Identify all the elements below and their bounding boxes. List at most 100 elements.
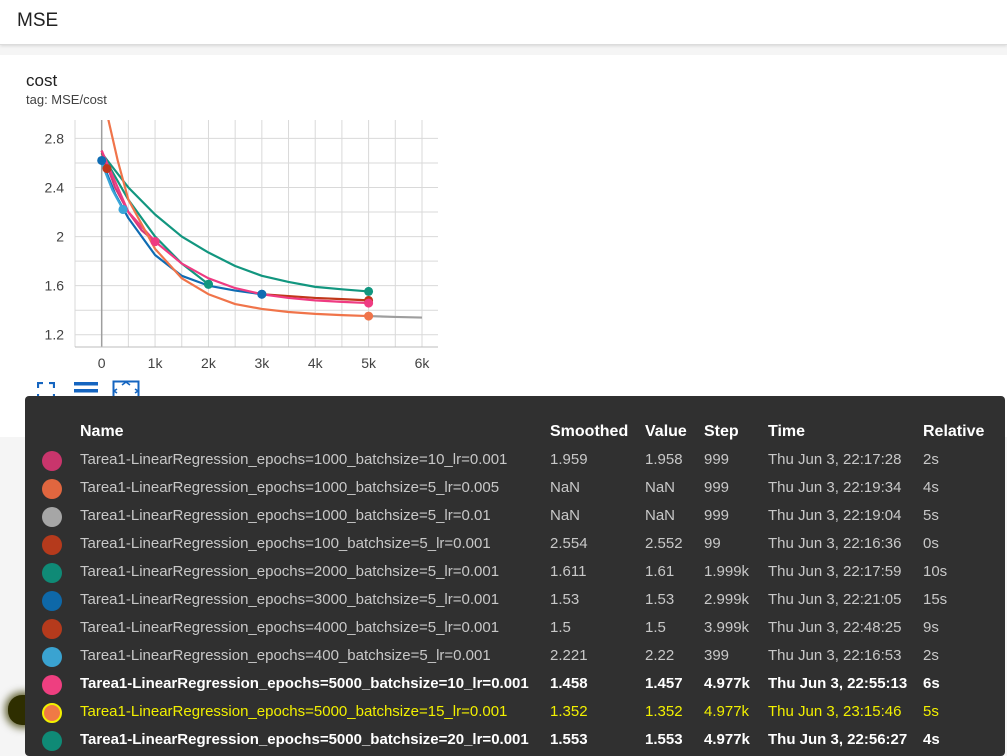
run-name: Tarea1-LinearRegression_epochs=5000_batc… — [80, 703, 508, 720]
run-name: Tarea1-LinearRegression_epochs=1000_batc… — [80, 479, 500, 496]
step-value: 3.999k — [704, 619, 750, 636]
run-color-dot — [42, 619, 62, 639]
x-tick-label: 5k — [361, 355, 377, 371]
raw-value: 1.457 — [645, 675, 683, 692]
run-name: Tarea1-LinearRegression_epochs=1000_batc… — [80, 507, 491, 524]
raw-value: 1.61 — [645, 563, 675, 580]
hover-marker — [257, 289, 267, 299]
run-name: Tarea1-LinearRegression_epochs=100_batch… — [80, 535, 491, 552]
series-line — [368, 314, 423, 319]
chart-grid — [74, 120, 438, 348]
tooltip-row: Tarea1-LinearRegression_epochs=1000_batc… — [25, 502, 1005, 530]
run-color-dot — [42, 451, 62, 471]
time-value: Thu Jun 3, 23:15:46 — [768, 703, 902, 720]
hover-marker — [150, 237, 160, 247]
x-tick-label: 6k — [415, 355, 431, 371]
run-color-dot — [42, 563, 62, 583]
run-color-dot — [42, 731, 62, 751]
time-value: Thu Jun 3, 22:16:36 — [768, 535, 902, 552]
x-axis: 0 1k 2k 3k 4k 5k 6k — [98, 355, 431, 371]
relative-value: 6s — [923, 675, 940, 692]
smoothed-value: 1.352 — [550, 703, 588, 720]
hover-marker — [203, 279, 213, 289]
relative-value: 15s — [923, 591, 948, 608]
smoothed-value: NaN — [550, 479, 581, 496]
smoothed-value: NaN — [550, 507, 581, 524]
smoothed-value: 2.554 — [550, 535, 588, 552]
run-color-dot — [42, 703, 62, 723]
step-value: 399 — [704, 647, 730, 664]
raw-value: 2.22 — [645, 647, 675, 664]
step-value: 4.977k — [704, 731, 750, 748]
time-value: Thu Jun 3, 22:17:28 — [768, 451, 902, 468]
tooltip-row: Tarea1-LinearRegression_epochs=1000_batc… — [25, 446, 1005, 474]
tooltip-row: Tarea1-LinearRegression_epochs=5000_batc… — [25, 726, 1005, 754]
run-name: Tarea1-LinearRegression_epochs=3000_batc… — [80, 591, 500, 608]
step-value: 99 — [704, 535, 721, 552]
run-color-dot — [42, 507, 62, 527]
y-tick-label: 2.4 — [45, 179, 65, 195]
smoothed-value: 1.458 — [550, 675, 588, 692]
raw-value: 2.552 — [645, 535, 683, 552]
run-color-dot — [42, 675, 62, 695]
header-relative: Relative — [923, 423, 985, 440]
hover-marker — [97, 155, 107, 165]
x-tick-label: 0 — [98, 355, 106, 371]
step-value: 2.999k — [704, 591, 750, 608]
tooltip-row: Tarea1-LinearRegression_epochs=100_batch… — [25, 530, 1005, 558]
run-name: Tarea1-LinearRegression_epochs=4000_batc… — [80, 619, 500, 636]
hover-marker — [118, 204, 128, 214]
raw-value: 1.553 — [645, 731, 683, 748]
run-name: Tarea1-LinearRegression_epochs=400_batch… — [80, 647, 491, 664]
run-name: Tarea1-LinearRegression_epochs=1000_batc… — [80, 451, 508, 468]
y-tick-label: 2 — [56, 229, 64, 245]
relative-value: 9s — [923, 619, 939, 636]
smoothed-value: 1.959 — [550, 451, 588, 468]
raw-value: 1.53 — [645, 591, 675, 608]
time-value: Thu Jun 3, 22:56:27 — [768, 731, 908, 748]
header-name: Name — [80, 423, 124, 440]
series-marker — [364, 286, 374, 296]
header-smoothed: Smoothed — [550, 423, 629, 440]
tooltip-row: Tarea1-LinearRegression_epochs=400_batch… — [25, 642, 1005, 670]
run-name: Tarea1-LinearRegression_epochs=2000_batc… — [80, 563, 500, 580]
line-chart[interactable]: 1.2 1.6 2 2.4 2.8 0 1k 2k 3k 4k 5k 6k — [0, 55, 460, 385]
x-tick-label: 2k — [201, 355, 217, 371]
relative-value: 4s — [923, 731, 940, 748]
step-value: 999 — [704, 479, 730, 496]
series-marker — [364, 311, 374, 321]
relative-value: 0s — [923, 535, 939, 552]
series-marker — [364, 298, 374, 308]
tooltip-row: Tarea1-LinearRegression_epochs=3000_batc… — [25, 586, 1005, 614]
run-color-dot — [42, 591, 62, 611]
smoothed-value: 2.221 — [550, 647, 588, 664]
run-color-dot — [42, 535, 62, 555]
tooltip-row: Tarea1-LinearRegression_epochs=5000_batc… — [25, 698, 1005, 726]
x-tick-label: 1k — [148, 355, 164, 371]
step-value: 1.999k — [704, 563, 750, 580]
header-time: Time — [768, 423, 806, 440]
time-value: Thu Jun 3, 22:19:34 — [768, 479, 902, 496]
relative-value: 5s — [923, 703, 939, 720]
raw-value: NaN — [645, 507, 676, 524]
relative-value: 5s — [923, 507, 939, 524]
smoothed-value: 1.53 — [550, 591, 580, 608]
time-value: Thu Jun 3, 22:21:05 — [768, 591, 902, 608]
smoothed-value: 1.611 — [550, 563, 587, 580]
raw-value: NaN — [645, 479, 676, 496]
relative-value: 10s — [923, 563, 948, 580]
time-value: Thu Jun 3, 22:19:04 — [768, 507, 902, 524]
y-tick-label: 1.6 — [45, 278, 65, 294]
raw-value: 1.352 — [645, 703, 683, 720]
run-color-dot — [42, 647, 62, 667]
header-value: Value — [645, 423, 687, 440]
run-color-dot — [42, 479, 62, 499]
header-title: MSE — [17, 10, 59, 31]
x-tick-label: 3k — [254, 355, 270, 371]
step-value: 999 — [704, 507, 730, 524]
step-value: 4.977k — [704, 675, 750, 692]
smoothed-value: 1.553 — [550, 731, 588, 748]
x-tick-label: 4k — [308, 355, 324, 371]
time-value: Thu Jun 3, 22:16:53 — [768, 647, 902, 664]
series-marker — [102, 164, 112, 174]
